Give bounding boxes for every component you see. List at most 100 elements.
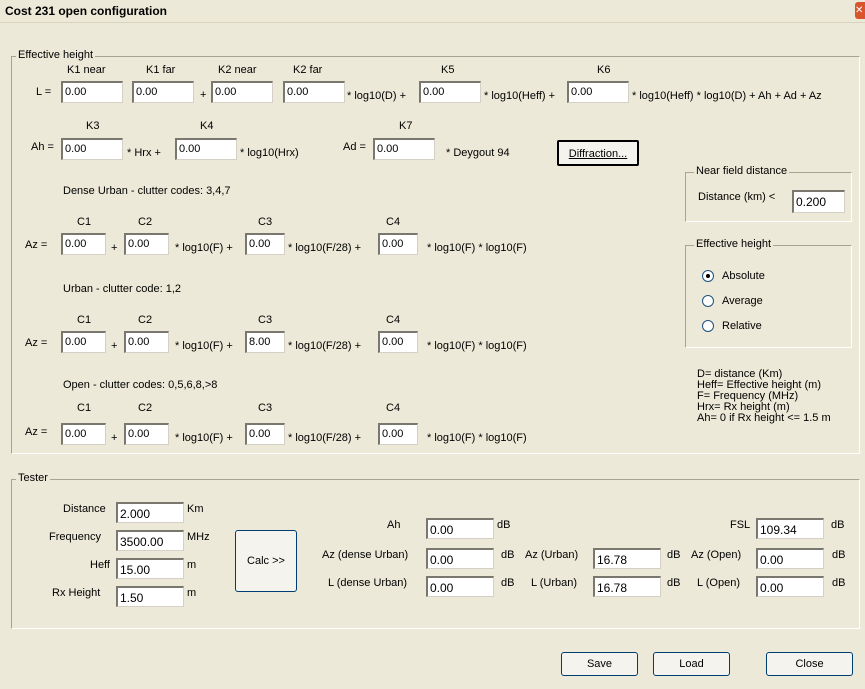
open-c1-input[interactable]: 0.00	[61, 423, 106, 445]
az-open-label: Az (Open)	[691, 549, 742, 561]
radio-absolute-icon[interactable]	[702, 270, 714, 282]
effective-height-mode-legend: Effective height	[694, 238, 774, 250]
radio-absolute-label: Absolute	[722, 270, 765, 282]
k2-near-input[interactable]: 0.00	[211, 81, 273, 103]
dialog-window: Cost 231 open configuration ✕ Effective …	[0, 0, 865, 689]
plus-sign: +	[111, 340, 118, 352]
deygout-text: * Deygout 94	[446, 147, 510, 159]
k5-label: K5	[441, 64, 455, 76]
tester-legend: Tester	[16, 472, 50, 484]
note-ah: Ah= 0 if Rx height <= 1.5 m	[697, 412, 831, 424]
load-button[interactable]: Load	[653, 652, 730, 676]
tester-rx-height-unit: m	[187, 587, 197, 599]
open-c3-label: C3	[258, 402, 273, 414]
near-field-legend: Near field distance	[694, 165, 790, 177]
k1-far-label: K1 far	[146, 64, 176, 76]
az-dense-label: Az (dense Urban)	[322, 549, 409, 561]
dense-az-label: Az =	[25, 239, 48, 251]
dense-urban-title: Dense Urban - clutter codes: 3,4,7	[63, 185, 231, 197]
tester-frequency-unit: MHz	[187, 531, 210, 543]
dense-c2-label: C2	[138, 216, 153, 228]
az-dense-field: 0.00	[426, 548, 494, 569]
tester-distance-label: Distance	[63, 503, 106, 515]
urban-c1-input[interactable]: 0.00	[61, 331, 106, 353]
ah-result-unit: dB	[497, 519, 511, 531]
tester-heff-label: Heff	[90, 559, 110, 571]
l-equals-label: L =	[36, 86, 52, 98]
urban-az-label: Az =	[25, 337, 48, 349]
k1-near-input[interactable]: 0.00	[61, 81, 123, 103]
log10f-text: * log10(F) +	[175, 432, 233, 444]
k1-far-input[interactable]: 0.00	[132, 81, 194, 103]
k7-label: K7	[399, 120, 413, 132]
urban-c1-label: C1	[77, 314, 92, 326]
open-c2-label: C2	[138, 402, 153, 414]
tester-heff-unit: m	[187, 559, 197, 571]
k2-far-label: K2 far	[293, 64, 323, 76]
dense-c1-input[interactable]: 0.00	[61, 233, 106, 255]
l-open-label: L (Open)	[697, 577, 741, 589]
open-c4-label: C4	[386, 402, 401, 414]
close-icon[interactable]: ✕	[855, 2, 865, 19]
window-title: Cost 231 open configuration	[5, 4, 168, 18]
urban-c2-input[interactable]: 0.00	[124, 331, 169, 353]
k2-near-label: K2 near	[218, 64, 257, 76]
az-urban-label: Az (Urban)	[525, 549, 579, 561]
urban-c4-input[interactable]: 0.00	[378, 331, 418, 353]
k3-label: K3	[86, 120, 100, 132]
log10f28-text: * log10(F/28) +	[288, 242, 362, 254]
near-field-distance-input[interactable]: 0.200	[792, 190, 845, 213]
l-dense-field: 0.00	[426, 576, 494, 597]
radio-relative-label: Relative	[722, 320, 762, 332]
log10f-text: * log10(F) +	[175, 340, 233, 352]
log10f28-text: * log10(F/28) +	[288, 432, 362, 444]
dense-c4-input[interactable]: 0.00	[378, 233, 418, 255]
az-dense-unit: dB	[501, 549, 515, 561]
dense-c3-input[interactable]: 0.00	[245, 233, 285, 255]
near-field-distance-label: Distance (km) <	[698, 191, 776, 203]
title-bar[interactable]: Cost 231 open configuration ✕	[0, 0, 865, 23]
k7-input[interactable]: 0.00	[373, 138, 435, 160]
k6-input[interactable]: 0.00	[567, 81, 629, 103]
urban-c2-label: C2	[138, 314, 153, 326]
ah-equals-label: Ah =	[31, 141, 54, 153]
tester-distance-unit: Km	[187, 503, 204, 515]
tester-heff-input[interactable]: 15.00	[116, 558, 184, 579]
ah-result-label: Ah	[387, 519, 401, 531]
k1-near-label: K1 near	[67, 64, 106, 76]
ah-result-field: 0.00	[426, 518, 494, 539]
tester-rx-height-input[interactable]: 1.50	[116, 586, 184, 607]
open-c2-input[interactable]: 0.00	[124, 423, 169, 445]
dense-c4-label: C4	[386, 216, 401, 228]
log10heff-text: * log10(Heff) +	[484, 90, 556, 102]
open-c4-input[interactable]: 0.00	[378, 423, 418, 445]
open-c3-input[interactable]: 0.00	[245, 423, 285, 445]
l-open-field: 0.00	[756, 576, 824, 597]
k2-far-input[interactable]: 0.00	[283, 81, 345, 103]
dense-c1-label: C1	[77, 216, 92, 228]
radio-relative-icon[interactable]	[702, 320, 714, 332]
k5-input[interactable]: 0.00	[419, 81, 481, 103]
save-button[interactable]: Save	[561, 652, 638, 676]
tester-rx-height-label: Rx Height	[52, 587, 101, 599]
k4-label: K4	[200, 120, 214, 132]
l-dense-label: L (dense Urban)	[328, 577, 408, 589]
l-dense-unit: dB	[501, 577, 515, 589]
urban-c4-label: C4	[386, 314, 401, 326]
l-urban-label: L (Urban)	[531, 577, 578, 589]
k3-input[interactable]: 0.00	[61, 138, 123, 160]
calc-button[interactable]: Calc >>	[235, 530, 297, 592]
urban-c3-input[interactable]: 8.00	[245, 331, 285, 353]
tester-distance-input[interactable]: 2.000	[116, 502, 184, 523]
plus-sign: +	[111, 242, 118, 254]
radio-average-icon[interactable]	[702, 295, 714, 307]
tester-frequency-input[interactable]: 3500.00	[116, 530, 184, 551]
diffraction-button[interactable]: Diffraction...	[557, 140, 639, 166]
dense-c2-input[interactable]: 0.00	[124, 233, 169, 255]
k4-input[interactable]: 0.00	[175, 138, 237, 160]
effective-height-legend: Effective height	[16, 49, 96, 61]
close-button[interactable]: Close	[766, 652, 853, 676]
ad-equals-label: Ad =	[343, 141, 366, 153]
log10f-log10f-text: * log10(F) * log10(F)	[427, 242, 527, 254]
log10f28-text: * log10(F/28) +	[288, 340, 362, 352]
